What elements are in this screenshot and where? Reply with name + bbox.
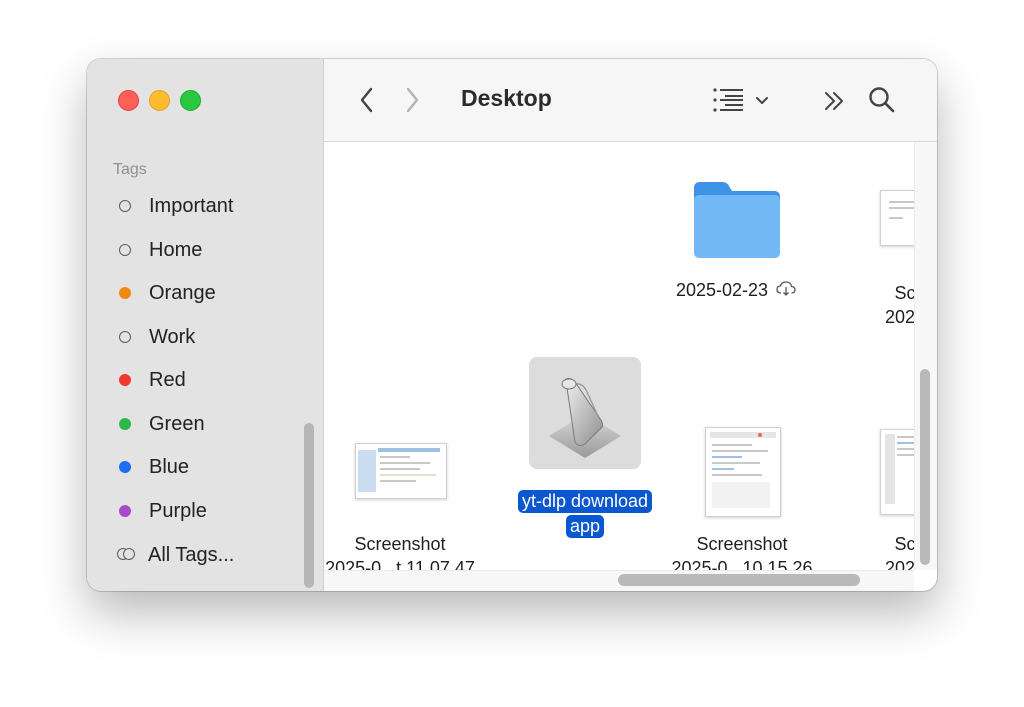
tag-circle-icon (119, 244, 131, 256)
tag-dot-icon (119, 374, 131, 386)
sidebar-item-label: Important (149, 194, 234, 217)
sidebar-item-blue[interactable]: Blue (119, 452, 189, 482)
sidebar-item-all-tags[interactable]: All Tags... (117, 540, 235, 570)
tags-heading: Tags (113, 161, 147, 178)
sidebar-scrollbar[interactable] (304, 423, 314, 588)
minimize-window-button[interactable] (149, 90, 170, 111)
tag-circle-icon (119, 331, 131, 343)
sidebar-item-home[interactable]: Home (119, 235, 202, 265)
sidebar-item-label: Home (149, 238, 203, 261)
screenshot-thumbnail (705, 427, 781, 517)
search-icon[interactable] (867, 85, 897, 115)
toolbar: Desktop (324, 59, 937, 142)
file-name: Scre (894, 283, 914, 303)
script-app-icon (549, 377, 621, 458)
zoom-window-button[interactable] (180, 90, 201, 111)
sidebar-item-label: Green (149, 412, 205, 435)
sidebar-item-red[interactable]: Red (119, 365, 186, 395)
file-grid: 2025-02-23 Scre 2025-0 (324, 142, 914, 570)
file-name-line2: 2025-0...t 11.07.47 (325, 558, 475, 570)
file-name-line2: 2025-0...10.15.26 (671, 558, 813, 570)
sidebar-item-label: Purple (149, 499, 207, 522)
sidebar-item-label: Red (149, 368, 186, 391)
file-name: yt-dlp download (517, 490, 653, 513)
screenshot-thumbnail (880, 429, 914, 515)
double-chevron-icon[interactable] (823, 90, 847, 112)
all-tags-icon (117, 548, 137, 562)
window-title: Desktop (461, 85, 552, 111)
screenshot-thumbnail (355, 443, 447, 499)
sidebar-item-label: Orange (149, 281, 216, 304)
file-name-line2: app (565, 515, 605, 538)
sidebar-item-purple[interactable]: Purple (119, 496, 207, 526)
file-name: Screenshot (354, 534, 446, 554)
forward-button[interactable] (402, 85, 422, 115)
sidebar-item-work[interactable]: Work (119, 322, 195, 352)
back-button[interactable] (357, 85, 377, 115)
finder-window: Tags Important Home Orange Work Red Gree… (87, 59, 937, 591)
sidebar: Tags Important Home Orange Work Red Gree… (87, 59, 324, 591)
file-name-line2: 2025-0 (884, 307, 914, 327)
icloud-download-icon (776, 281, 796, 296)
tag-dot-icon (119, 505, 131, 517)
tag-dot-icon (119, 287, 131, 299)
sidebar-item-label: Blue (149, 455, 190, 478)
sidebar-item-orange[interactable]: Orange (119, 278, 216, 308)
sidebar-item-label: Work (149, 325, 196, 348)
screenshot-thumbnail (880, 190, 914, 246)
file-name-line2: 2025-0 (884, 558, 914, 570)
tag-dot-icon (119, 461, 131, 473)
horizontal-scrollbar-thumb[interactable] (618, 574, 860, 586)
file-name: Scre (894, 534, 914, 554)
tag-dot-icon (119, 418, 131, 430)
list-view-icon[interactable] (711, 87, 775, 113)
tag-circle-icon (119, 200, 131, 212)
file-name: 2025-02-23 (675, 280, 769, 300)
file-item-folder[interactable]: 2025-02-23 (656, 178, 816, 302)
vertical-scrollbar-thumb[interactable] (920, 369, 930, 565)
sidebar-item-label: All Tags... (148, 543, 235, 566)
sidebar-item-green[interactable]: Green (119, 409, 205, 439)
folder-icon (694, 182, 780, 258)
close-window-button[interactable] (118, 90, 139, 111)
file-name: Screenshot (696, 534, 788, 554)
sidebar-item-important[interactable]: Important (119, 191, 233, 221)
